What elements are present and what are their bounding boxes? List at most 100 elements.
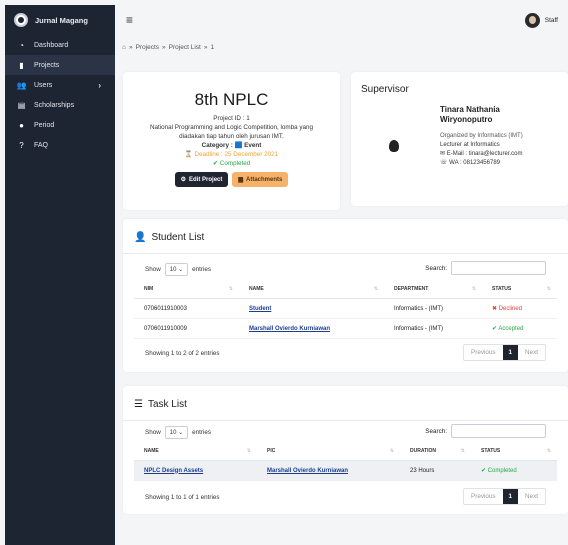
column-header-duration[interactable]: DURATION ⇅ [400,443,471,461]
page-1-button[interactable]: 1 [502,489,519,504]
table-info: Showing 1 to 1 of 1 entries [145,494,220,501]
search-label: Search: [425,264,447,272]
cell-nim: 0706011910009 [134,318,239,339]
breadcrumb-item-projects[interactable]: Projects [136,44,159,51]
user-name: Staff [544,16,558,24]
breadcrumb-separator: » [128,44,133,51]
edit-project-button[interactable]: ⚙ Edit Project [174,172,229,187]
project-deadline: ⌛ Deadline : 25 December 2021 [184,151,279,158]
task-list-title: Task List [147,399,187,410]
sidebar-item-label: Scholarships [34,101,75,109]
cell-nim: 0706011910003 [134,298,239,319]
sidebar-item-projects[interactable]: ▮ Projects [5,55,115,75]
question-icon: ? [19,140,24,150]
show-label: Show [145,429,161,436]
divider [123,253,568,254]
supervisor-card: Supervisor Tinara Nathania Wiryonoputro … [351,72,568,206]
breadcrumb-separator: » [162,44,166,51]
column-header-pic[interactable]: PIC ⇅ [257,443,400,461]
topbar: ≡ Staff [115,5,568,35]
cell-name: Marshall Ovierdo Kurniawan [239,318,384,339]
task-link[interactable]: NPLC Design Assets [144,468,203,474]
table-row: NPLC Design Assets Marshall Ovierdo Kurn… [134,460,557,481]
student-table: NIM ⇅ NAME ⇅ DEPARTMENT ⇅ STATUS ⇅ 070601191… [134,281,557,339]
sidebar-item-period[interactable]: ● Period [5,115,115,135]
search-input[interactable] [451,261,546,275]
cell-department: Informatics - (IMT) [384,298,482,319]
user-icon: 👤 [134,232,147,243]
project-description-line2: diadakan tiap tahun oleh jurusan IMT. [179,133,284,140]
student-link[interactable]: Student [249,306,271,312]
sidebar-item-label: Dashboard [34,41,69,49]
table-info: Showing 1 to 2 of 2 entries [145,350,220,357]
list-icon: ☰ [134,399,143,410]
search-control: Search: [425,424,546,438]
previous-button[interactable]: Previous [464,489,503,504]
sidebar-item-dashboard[interactable]: ◔ Dashboard [5,35,115,55]
cell-department: Informatics - (IMT) [384,318,482,339]
project-status: ✔ Completed [212,160,251,167]
attachments-button[interactable]: ▆ Attachments [232,172,289,187]
column-header-name[interactable]: NAME ⇅ [239,281,384,299]
breadcrumb: ⌂ » Projects » Project List » 1 [122,44,214,51]
pic-link[interactable]: Marshall Ovierdo Kurniawan [267,468,348,474]
book-icon: ▤ [17,100,26,110]
edit-project-label: Edit Project [189,176,223,183]
page-size-control: Show 10 ⌄ entries [145,263,211,276]
entries-label: entries [192,429,212,436]
supervisor-name: Tinara Nathania Wiryonoputro [440,105,500,124]
gear-icon: ⚙ [180,177,187,183]
supervisor-email: ✉ E-Mail : tinara@lecturer.com [440,151,523,157]
project-card: 8th NPLC Project ID : 1 National Program… [123,72,340,210]
avatar [524,12,540,28]
page-1-button[interactable]: 1 [502,345,519,360]
project-id: Project ID : 1 [213,115,250,122]
breadcrumb-item-project-list[interactable]: Project List [169,44,201,51]
sidebar-item-label: Users [34,81,53,89]
next-button[interactable]: Next [518,345,545,360]
status-badge: ✖ Declined [482,298,557,319]
hamburger-menu-icon[interactable]: ≡ [126,14,133,26]
page-size-select[interactable]: 10 ⌄ [164,263,189,276]
supervisor-role: Lecturer at Informatics [440,142,500,148]
student-link[interactable]: Marshall Ovierdo Kurniawan [249,326,330,332]
user-menu[interactable]: Staff [524,12,558,28]
brand-logo-icon [14,13,28,27]
file-icon: ▆ [238,177,243,183]
column-header-name[interactable]: NAME ⇅ [134,443,257,461]
sidebar-item-scholarships[interactable]: ▤ Scholarships [5,95,115,115]
home-icon[interactable]: ⌂ [122,44,126,51]
page-size-select[interactable]: 10 ⌄ [164,426,189,439]
column-header-nim[interactable]: NIM ⇅ [134,281,239,299]
column-header-status[interactable]: STATUS ⇅ [482,281,557,299]
column-header-department[interactable]: DEPARTMENT ⇅ [384,281,482,299]
breadcrumb-separator: » [203,44,208,51]
sidebar-item-users[interactable]: 👥 Users › [5,75,115,95]
brand[interactable]: Jurnal Magang [5,5,115,35]
search-control: Search: [425,261,546,275]
sidebar-item-label: FAQ [34,141,49,149]
search-input[interactable] [451,424,546,438]
student-list-heading: 👤 Student List [134,232,204,243]
users-icon: 👥 [16,80,27,90]
task-list-heading: ☰ Task List [134,399,187,410]
column-header-status[interactable]: STATUS ⇅ [471,443,557,461]
cell-duration: 23 Hours [400,460,471,481]
supervisor-title: Supervisor [361,84,409,95]
chevron-right-icon: › [98,80,101,90]
table-row: 0706011910009 Marshall Ovierdo Kurniawan… [134,318,557,339]
clipboard-icon: ▮ [19,60,24,70]
student-list-card: 👤 Student List Show 10 ⌄ entries Search:… [123,219,568,372]
table-row: 0706011910003 Student Informatics - (IMT… [134,298,557,319]
next-button[interactable]: Next [518,489,545,504]
pagination: Previous 1 Next [463,488,546,505]
search-label: Search: [425,427,447,435]
status-badge: ✔ Accepted [482,318,557,339]
divider [123,420,568,421]
cell-name: Student [239,298,384,319]
sidebar-item-faq[interactable]: ? FAQ [5,135,115,155]
task-table: NAME ⇅ PIC ⇅ DURATION ⇅ STATUS ⇅ NPLC Design… [134,443,557,481]
previous-button[interactable]: Previous [464,345,503,360]
page-size-control: Show 10 ⌄ entries [145,426,211,439]
student-list-title: Student List [151,232,205,243]
